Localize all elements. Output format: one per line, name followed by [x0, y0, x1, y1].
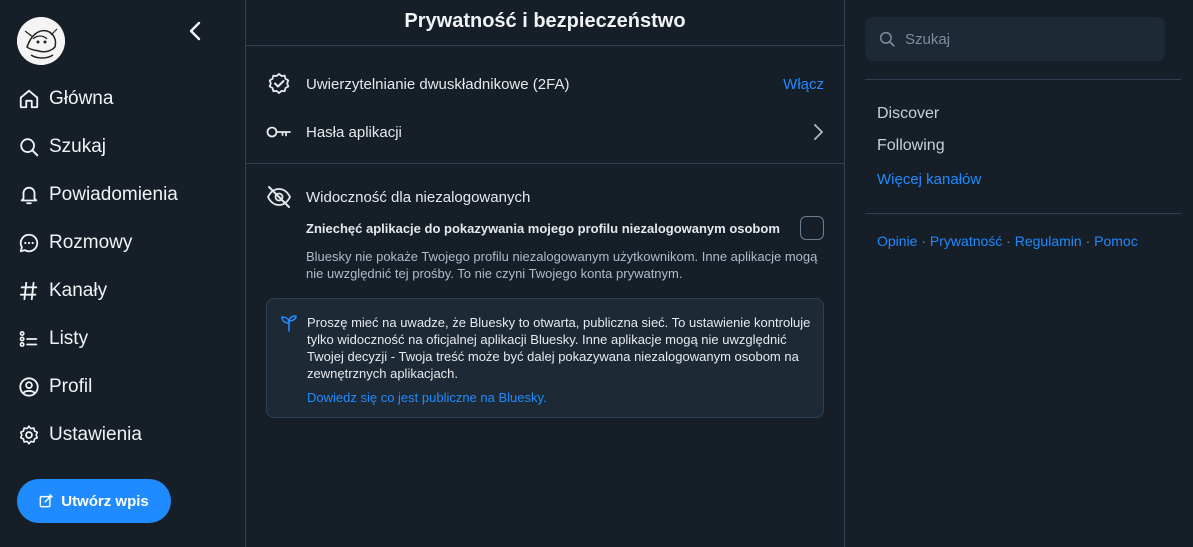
sprout-icon	[281, 315, 297, 332]
learn-more-link[interactable]: Dowiedz się co jest publiczne na Bluesky…	[307, 390, 547, 405]
hash-icon	[17, 279, 41, 303]
nav-item-settings[interactable]: Ustawienia	[17, 415, 142, 455]
bell-icon	[17, 183, 41, 207]
checkbox[interactable]	[800, 216, 824, 240]
toggle-label: Zniechęć aplikacje do pokazywania mojego…	[306, 220, 780, 236]
nav-item-notifications[interactable]: Powiadomienia	[17, 175, 178, 215]
right-divider	[865, 213, 1181, 214]
nav-label: Listy	[49, 328, 89, 349]
feed-link-discover[interactable]: Discover	[877, 105, 939, 123]
visibility-section-title: Widoczność dla niezalogowanych	[266, 182, 530, 212]
nav-item-profile[interactable]: Profil	[17, 367, 92, 407]
avatar[interactable]	[17, 17, 65, 65]
user-icon	[17, 375, 41, 399]
left-sidebar: Główna Szukaj Powiadomienia Rozmowy Kana…	[0, 0, 246, 547]
chat-icon	[17, 231, 41, 255]
app-passwords-label: Hasła aplikacji	[306, 123, 402, 141]
collapse-back-button[interactable]	[182, 18, 208, 44]
pencil-square-icon	[39, 494, 54, 508]
nav-label: Powiadomienia	[49, 184, 178, 205]
right-divider	[865, 79, 1181, 80]
compose-post-button[interactable]: Utwórz wpis	[17, 479, 171, 523]
eye-slash-icon	[266, 184, 292, 210]
footer-link-help[interactable]: Pomoc	[1094, 233, 1138, 249]
more-feeds-link[interactable]: Więcej kanałów	[877, 171, 981, 188]
chevron-right-icon	[814, 124, 823, 140]
search-input[interactable]	[905, 30, 1145, 48]
logged-out-visibility-toggle[interactable]: Zniechęć aplikacje do pokazywania mojego…	[306, 216, 824, 240]
twofa-label: Uwierzytelnianie dwuskładnikowe (2FA)	[306, 75, 570, 93]
nav-label: Ustawienia	[49, 424, 142, 445]
app-passwords-row[interactable]: Hasła aplikacji	[266, 115, 824, 149]
search-icon	[877, 29, 897, 49]
footer-separator: ·	[1006, 233, 1011, 249]
nav-label: Profil	[49, 376, 93, 397]
list-icon	[17, 327, 41, 351]
nav-item-search[interactable]: Szukaj	[17, 127, 106, 167]
twofa-row[interactable]: Uwierzytelnianie dwuskładnikowe (2FA) Wł…	[266, 67, 824, 101]
visibility-title: Widoczność dla niezalogowanych	[306, 188, 531, 206]
home-icon	[17, 87, 41, 111]
page-title: Prywatność i bezpieczeństwo	[246, 0, 844, 46]
notice-text: Proszę mieć na uwadze, że Bluesky to otw…	[307, 315, 811, 381]
nav-item-feeds[interactable]: Kanały	[17, 271, 107, 311]
search-box[interactable]	[865, 17, 1165, 61]
feed-link-following[interactable]: Following	[877, 137, 945, 155]
nav-label: Główna	[49, 88, 114, 109]
compose-label: Utwórz wpis	[61, 492, 149, 510]
nav-item-chat[interactable]: Rozmowy	[17, 223, 132, 263]
chevron-left-icon	[189, 21, 201, 41]
public-network-notice: Proszę mieć na uwadze, że Bluesky to otw…	[266, 298, 824, 418]
nav-item-lists[interactable]: Listy	[17, 319, 88, 359]
nav-item-home[interactable]: Główna	[17, 79, 113, 119]
gear-icon	[17, 423, 41, 447]
right-sidebar: Discover Following Więcej kanałów Opinie…	[845, 0, 1193, 547]
footer-separator: ·	[921, 233, 927, 249]
nav-label: Szukaj	[49, 136, 107, 157]
key-icon	[266, 119, 292, 145]
main-content: Prywatność i bezpieczeństwo Uwierzytelni…	[246, 0, 845, 547]
footer-link-feedback[interactable]: Opinie	[877, 233, 917, 249]
search-icon	[17, 135, 41, 159]
footer-link-privacy[interactable]: Prywatność	[930, 233, 1002, 249]
app-root: Główna Szukaj Powiadomienia Rozmowy Kana…	[0, 0, 1193, 547]
section-divider	[246, 163, 844, 164]
footer-link-terms[interactable]: Regulamin	[1015, 233, 1082, 249]
enable-twofa-link[interactable]: Włącz	[783, 76, 824, 93]
nav-label: Kanały	[49, 280, 108, 301]
nav-label: Rozmowy	[49, 232, 133, 253]
visibility-description: Bluesky nie pokaże Twojego profilu nieza…	[306, 249, 818, 281]
badge-check-icon	[266, 71, 292, 97]
footer-links: Opinie · Prywatność · Regulamin · Pomoc	[877, 233, 1138, 249]
footer-separator: ·	[1085, 233, 1091, 249]
